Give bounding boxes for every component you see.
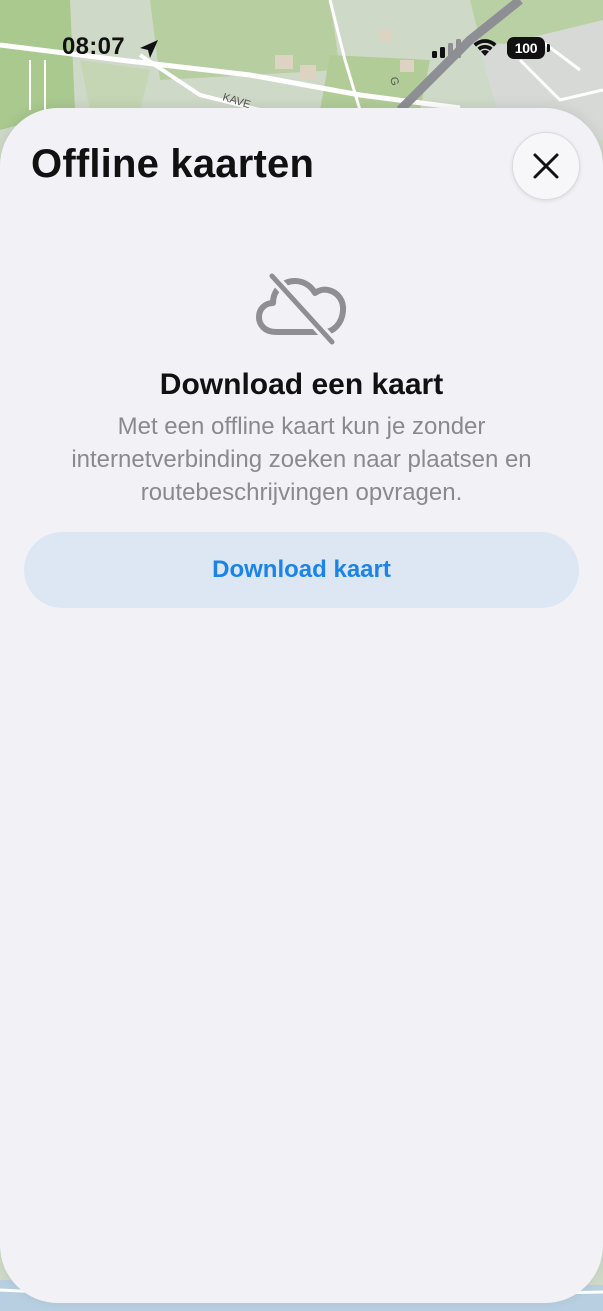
cloud-slash-icon (256, 270, 347, 346)
download-map-button[interactable]: Download kaart (24, 532, 579, 608)
location-arrow-icon (140, 40, 158, 58)
battery-body: 100 (507, 37, 545, 59)
sheet-title: Offline kaarten (31, 142, 315, 186)
battery-indicator: 100 (507, 37, 551, 59)
battery-level: 100 (514, 40, 538, 56)
wifi-icon (473, 39, 497, 56)
download-map-button-label: Download kaart (212, 556, 391, 583)
offline-maps-sheet: Offline kaarten Download een kaart Met e… (0, 108, 603, 1303)
status-time: 08:07 (62, 33, 125, 60)
close-button[interactable] (512, 132, 580, 200)
status-bar: 08:07 100 (0, 0, 603, 100)
close-icon (533, 153, 559, 179)
empty-state-description: Met een offline kaart kun je zonder inte… (71, 413, 532, 506)
battery-cap (547, 44, 550, 52)
screen: KAVE G 08:07 100 Offline kaarten Downloa… (0, 0, 603, 1311)
cellular-signal-icon (432, 39, 461, 58)
empty-state-title: Download een kaart (159, 368, 444, 401)
